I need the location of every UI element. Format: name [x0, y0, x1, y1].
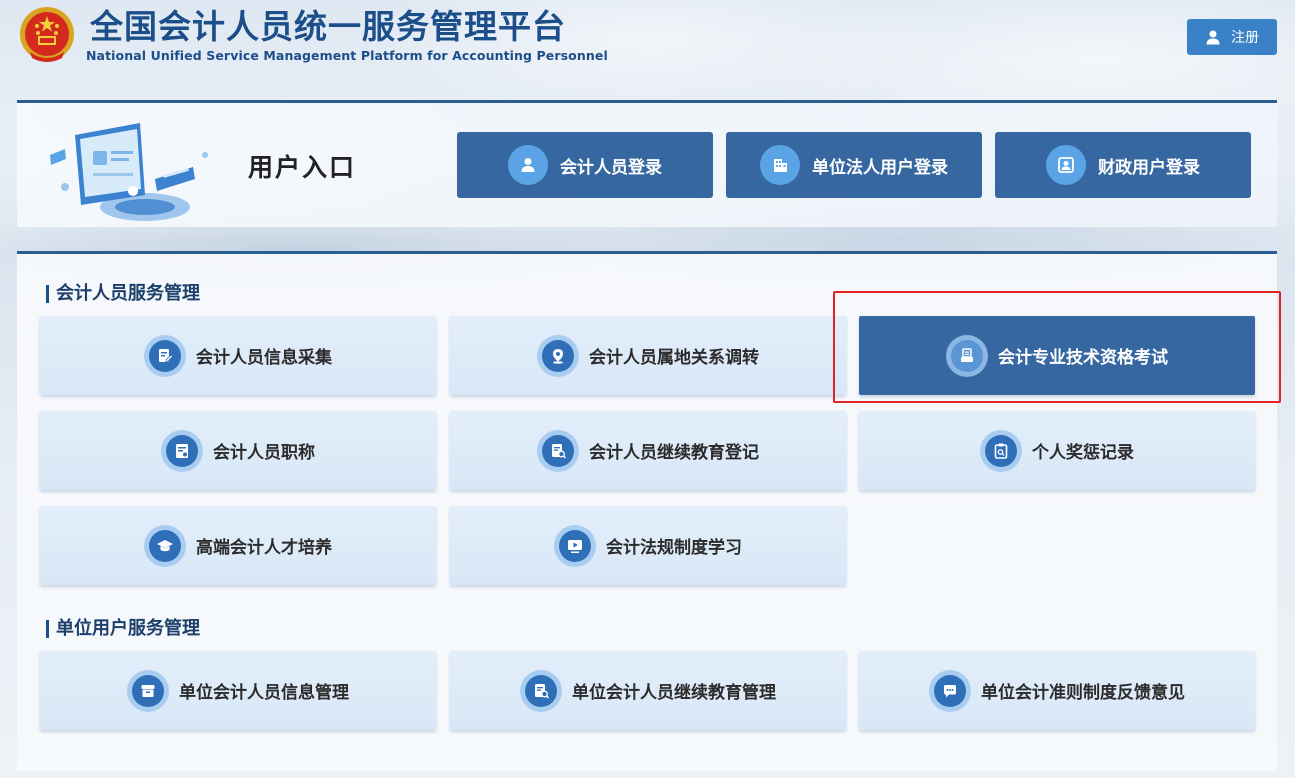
- card-regulation-learning[interactable]: 会计法规制度学习: [450, 506, 846, 585]
- section-title-organization: 单位用户服务管理: [46, 619, 200, 639]
- finance-login-label: 财政用户登录: [1098, 157, 1200, 178]
- portrait-icon: [1046, 145, 1086, 185]
- card-label: 会计专业技术资格考试: [998, 348, 1168, 368]
- user-entry-panel: 用户入口 会计人员登录 单位法人用户登录 财政用户登录: [17, 100, 1277, 227]
- clipboard-search-icon: [980, 429, 1022, 472]
- entry-title: 用户入口: [248, 153, 357, 182]
- card-professional-title[interactable]: 会计人员职称: [40, 411, 436, 490]
- graduation-cap-icon: [144, 524, 186, 567]
- card-label: 会计法规制度学习: [606, 538, 742, 558]
- document-search-icon: [537, 429, 579, 472]
- card-label: 会计人员继续教育登记: [589, 443, 759, 463]
- card-rewards-records[interactable]: 个人奖惩记录: [859, 411, 1255, 490]
- site-subtitle: National Unified Service Management Plat…: [86, 48, 608, 63]
- accountant-login-button[interactable]: 会计人员登录: [457, 132, 713, 198]
- video-play-icon: [554, 524, 596, 567]
- card-org-info-management[interactable]: 单位会计人员信息管理: [40, 651, 436, 730]
- card-org-education-management[interactable]: 单位会计人员继续教育管理: [450, 651, 846, 730]
- certificate-icon: [161, 429, 203, 472]
- national-emblem-icon: [20, 7, 74, 62]
- corporate-login-label: 单位法人用户登录: [812, 157, 948, 178]
- card-standards-feedback[interactable]: 单位会计准则制度反馈意见: [859, 651, 1255, 730]
- exam-document-icon: [946, 334, 988, 377]
- corporate-login-button[interactable]: 单位法人用户登录: [726, 132, 982, 198]
- card-qualification-exam[interactable]: 会计专业技术资格考试: [859, 316, 1255, 395]
- card-territory-transfer[interactable]: 会计人员属地关系调转: [450, 316, 846, 395]
- card-info-collection[interactable]: 会计人员信息采集: [40, 316, 436, 395]
- finance-login-button[interactable]: 财政用户登录: [995, 132, 1251, 198]
- card-label: 会计人员职称: [213, 443, 315, 463]
- register-label: 注册: [1231, 29, 1259, 45]
- document-search-icon: [520, 669, 562, 712]
- card-label: 会计人员属地关系调转: [589, 348, 759, 368]
- archive-box-icon: [127, 669, 169, 712]
- building-icon: [760, 145, 800, 185]
- chat-bubble-icon: [929, 669, 971, 712]
- header: 全国会计人员统一服务管理平台 National Unified Service …: [0, 0, 1295, 90]
- card-continuing-education[interactable]: 会计人员继续教育登记: [450, 411, 846, 490]
- card-label: 单位会计人员继续教育管理: [572, 683, 776, 703]
- card-label: 高端会计人才培养: [196, 538, 332, 558]
- edit-form-icon: [144, 334, 186, 377]
- user-icon: [1206, 30, 1220, 45]
- card-label: 个人奖惩记录: [1032, 443, 1134, 463]
- computer-illustration-icon: [50, 123, 208, 221]
- card-label: 单位会计准则制度反馈意见: [981, 683, 1185, 703]
- person-icon: [508, 145, 548, 185]
- location-pin-icon: [537, 334, 579, 377]
- accountant-login-label: 会计人员登录: [560, 157, 662, 178]
- site-title: 全国会计人员统一服务管理平台: [90, 7, 566, 46]
- services-panel: 会计人员服务管理 会计人员信息采集 会计人员属地关系调转 会计专业技术资格考试 …: [17, 251, 1277, 771]
- card-label: 会计人员信息采集: [196, 348, 332, 368]
- section-title-accountant: 会计人员服务管理: [46, 284, 200, 304]
- register-button[interactable]: 注册: [1187, 19, 1277, 55]
- card-talent-cultivation[interactable]: 高端会计人才培养: [40, 506, 436, 585]
- card-label: 单位会计人员信息管理: [179, 683, 349, 703]
